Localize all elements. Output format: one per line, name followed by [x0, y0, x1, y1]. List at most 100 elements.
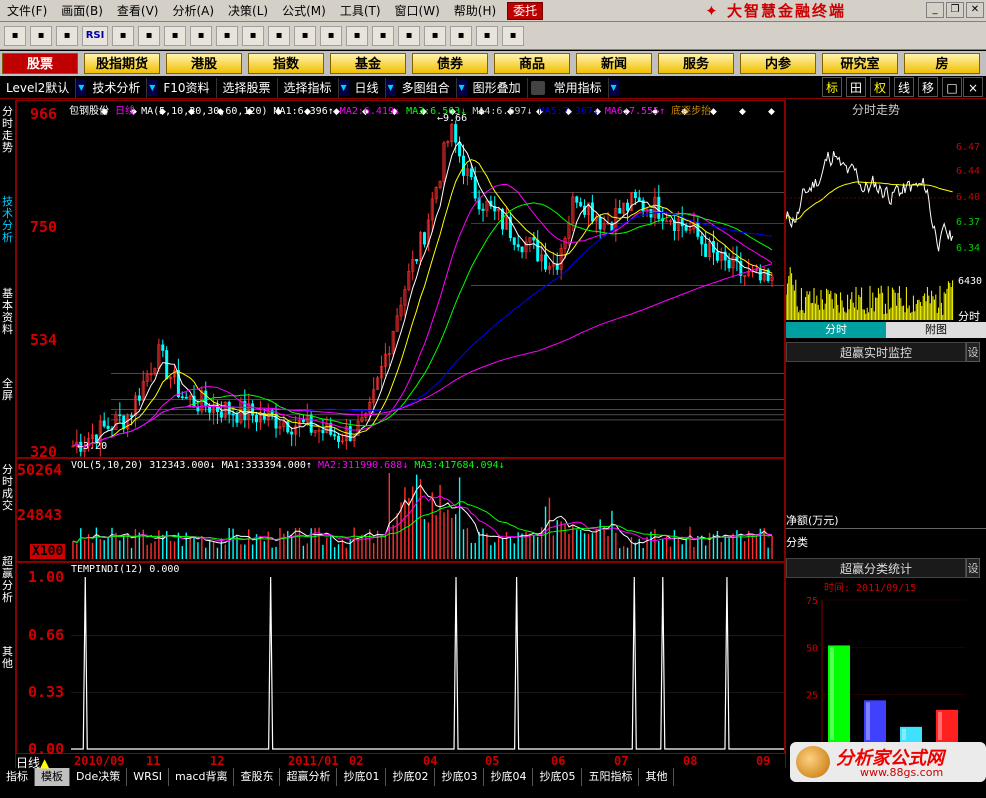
- bottom-tab-9[interactable]: 抄底03: [435, 768, 485, 786]
- vtab-other[interactable]: 其他: [0, 646, 15, 670]
- vtab-tick-trades[interactable]: 分时成交: [0, 464, 15, 512]
- bottom-tab-5[interactable]: 查股东: [234, 768, 281, 786]
- market-tab-0[interactable]: 股票: [2, 53, 78, 74]
- minimize-icon[interactable]: _: [926, 2, 944, 18]
- dropdown-icon[interactable]: ▼: [338, 79, 349, 96]
- menu-view[interactable]: 查看(V): [110, 0, 166, 22]
- dropdown-icon[interactable]: ▼: [608, 79, 619, 96]
- close-icon[interactable]: ✕: [966, 2, 984, 18]
- tiles-icon[interactable]: ▪: [242, 25, 264, 46]
- bottom-tab-6[interactable]: 超赢分析: [280, 768, 338, 786]
- level2-default[interactable]: Level2默认: [0, 77, 77, 98]
- grid-icon[interactable]: ▪: [56, 25, 78, 46]
- move-toggle[interactable]: 移: [918, 77, 938, 97]
- market-tab-9[interactable]: 内参: [740, 53, 816, 74]
- menu-help[interactable]: 帮助(H): [447, 0, 503, 22]
- volume-chart[interactable]: [17, 459, 784, 561]
- dropdown-icon[interactable]: ▼: [147, 79, 158, 96]
- bottom-tab-2[interactable]: Dde决策: [70, 768, 128, 786]
- move-icon[interactable]: ▪: [138, 25, 160, 46]
- vtab-timeline[interactable]: 分时走势: [0, 106, 15, 154]
- indicator-chart[interactable]: [17, 563, 784, 753]
- stats-settings-button[interactable]: 设: [966, 558, 980, 578]
- chain-icon[interactable]: ▪: [216, 25, 238, 46]
- vtab-fullscreen[interactable]: 全屏: [0, 378, 15, 402]
- market-tab-6[interactable]: 商品: [494, 53, 570, 74]
- select-stock[interactable]: 选择股票: [217, 77, 278, 98]
- period-indicator[interactable]: 日线▲: [16, 754, 50, 770]
- dollar-icon[interactable]: ▪: [190, 25, 212, 46]
- bottom-tab-7[interactable]: 抄底01: [337, 768, 387, 786]
- bottom-tab-3[interactable]: WRSI: [127, 768, 169, 786]
- ruler-icon[interactable]: ▪: [164, 25, 186, 46]
- table-icon[interactable]: ▪: [112, 25, 134, 46]
- common-indicators[interactable]: 常用指标: [548, 77, 609, 98]
- menu-window[interactable]: 窗口(W): [388, 0, 447, 22]
- market-tab-4[interactable]: 基金: [330, 53, 406, 74]
- tab-subchart[interactable]: 附图: [886, 322, 986, 338]
- menu-analysis[interactable]: 分析(A): [165, 0, 221, 22]
- grid-toggle[interactable]: 田: [846, 77, 866, 97]
- f10-info[interactable]: F10资料: [157, 77, 217, 98]
- menu-formula[interactable]: 公式(M): [275, 0, 333, 22]
- vtab-tech-analysis[interactable]: 技术分析: [0, 196, 15, 244]
- monitor-icon[interactable]: ▪: [30, 25, 52, 46]
- menu-tools[interactable]: 工具(T): [333, 0, 388, 22]
- tab-timeline[interactable]: 分时: [786, 322, 886, 338]
- bottom-tab-13[interactable]: 其他: [639, 768, 675, 786]
- dropdown-icon[interactable]: ▼: [76, 79, 87, 96]
- dropdown-icon[interactable]: ▼: [385, 79, 396, 96]
- menu-decision[interactable]: 决策(L): [221, 0, 275, 22]
- select-indicator[interactable]: 选择指标: [278, 77, 339, 98]
- close-chart-button[interactable]: ×: [963, 77, 983, 97]
- sun-icon[interactable]: ▪: [372, 25, 394, 46]
- timeline-chart[interactable]: [786, 120, 986, 342]
- speaker-icon[interactable]: ▪: [294, 25, 316, 46]
- diamond-icon[interactable]: ▪: [346, 25, 368, 46]
- multi-chart[interactable]: 多图组合: [396, 77, 457, 98]
- window-toggle[interactable]: □: [942, 77, 962, 97]
- menu-view-layout[interactable]: 画面(B): [54, 0, 110, 22]
- menu-file[interactable]: 文件(F): [0, 0, 54, 22]
- lock-icon[interactable]: [530, 80, 545, 95]
- vtab-super-analysis[interactable]: 超赢分析: [0, 556, 15, 604]
- monitor-settings-button[interactable]: 设: [966, 342, 980, 362]
- tech-analysis[interactable]: 技术分析: [86, 77, 148, 98]
- overlay-chart[interactable]: 图形叠加: [467, 77, 528, 98]
- market-tab-11[interactable]: 房: [904, 53, 980, 74]
- folder-icon[interactable]: ▪: [4, 25, 26, 46]
- bottom-tab-11[interactable]: 抄底05: [533, 768, 583, 786]
- period-label: 日线: [115, 106, 136, 117]
- price-chart[interactable]: ◆ ◆ ◆ ◆ ◆ ◆ ◆ ◆ ◆ ◆ ◆ ◆ ◆ ◆ ◆ ◆ ◆ ◆ ◆ ◆ ◆ ◆ ◆ ◆←9.66←3.20: [17, 101, 784, 457]
- bottom-tab-1[interactable]: 模板: [35, 768, 70, 786]
- flag-icon[interactable]: ▪: [320, 25, 342, 46]
- market-tab-1[interactable]: 股指期货: [84, 53, 160, 74]
- bottom-tab-0[interactable]: 指标: [0, 768, 35, 786]
- mark-toggle[interactable]: 标: [822, 77, 842, 97]
- dropdown-icon[interactable]: ▼: [456, 79, 467, 96]
- bottom-tab-12[interactable]: 五阳指标: [582, 768, 640, 786]
- doc-icon[interactable]: ▪: [424, 25, 446, 46]
- globe-icon[interactable]: ▪: [398, 25, 420, 46]
- stats-bar-chart[interactable]: 75 50 25: [786, 590, 986, 750]
- market-tab-2[interactable]: 港股: [166, 53, 242, 74]
- bottom-tab-10[interactable]: 抄底04: [484, 768, 534, 786]
- line-toggle[interactable]: 线: [894, 77, 914, 97]
- entrust-button[interactable]: 委托: [507, 1, 544, 20]
- period-daily[interactable]: 日线: [349, 77, 386, 98]
- binoculars-icon[interactable]: ▪: [268, 25, 290, 46]
- rights-toggle[interactable]: 权: [870, 77, 890, 97]
- market-tab-7[interactable]: 新闻: [576, 53, 652, 74]
- market-tab-8[interactable]: 服务: [658, 53, 734, 74]
- bottom-tab-4[interactable]: macd背离: [169, 768, 235, 786]
- books-icon[interactable]: ▪: [476, 25, 498, 46]
- market-tab-10[interactable]: 研究室: [822, 53, 898, 74]
- market-tab-3[interactable]: 指数: [248, 53, 324, 74]
- vtab-fundamentals[interactable]: 基本资料: [0, 288, 15, 336]
- rsi-icon[interactable]: RSI: [82, 25, 108, 46]
- window-icon[interactable]: ▪: [450, 25, 472, 46]
- help-icon[interactable]: ▪: [502, 25, 524, 46]
- market-tab-5[interactable]: 债券: [412, 53, 488, 74]
- restore-icon[interactable]: ❐: [946, 2, 964, 18]
- bottom-tab-8[interactable]: 抄底02: [386, 768, 436, 786]
